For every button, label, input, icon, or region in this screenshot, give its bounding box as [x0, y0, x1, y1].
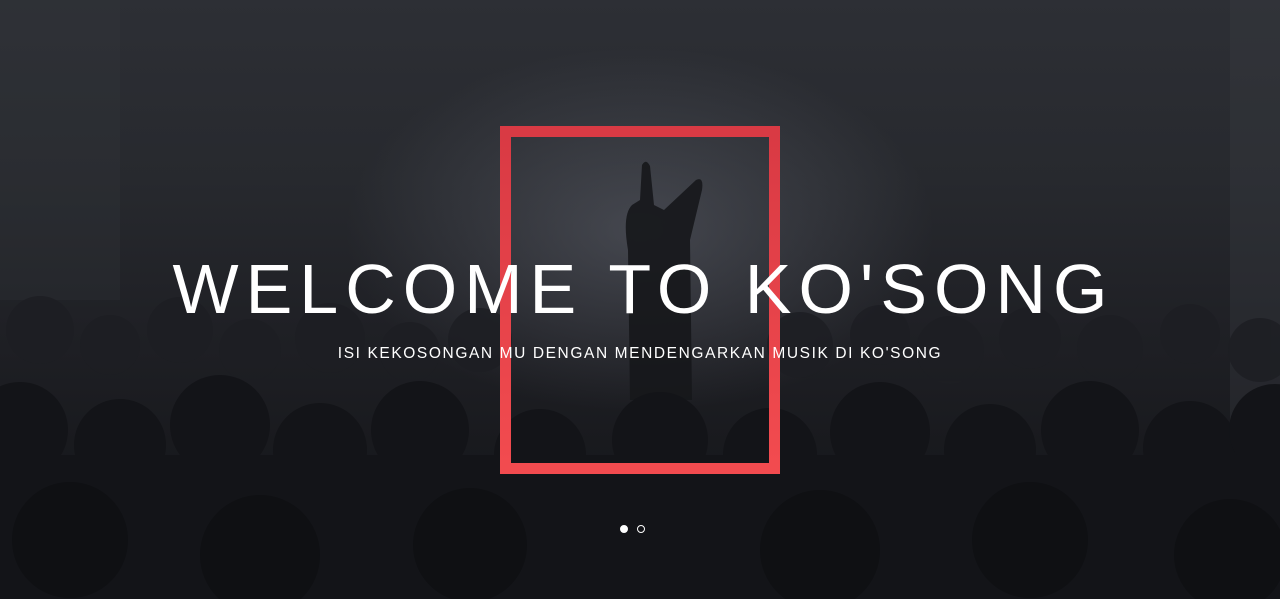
carousel-dot-2[interactable]: [637, 525, 645, 533]
carousel-dot-1[interactable]: [620, 525, 628, 533]
hero-subtitle: ISI KEKOSONGAN MU DENGAN MENDENGARKAN MU…: [337, 345, 943, 362]
carousel-indicators: [620, 525, 645, 533]
hero-banner: WELCOME TO KO'SONG ISI KEKOSONGAN MU DEN…: [0, 0, 1280, 599]
hero-title: WELCOME TO KO'SONG: [172, 250, 1115, 328]
